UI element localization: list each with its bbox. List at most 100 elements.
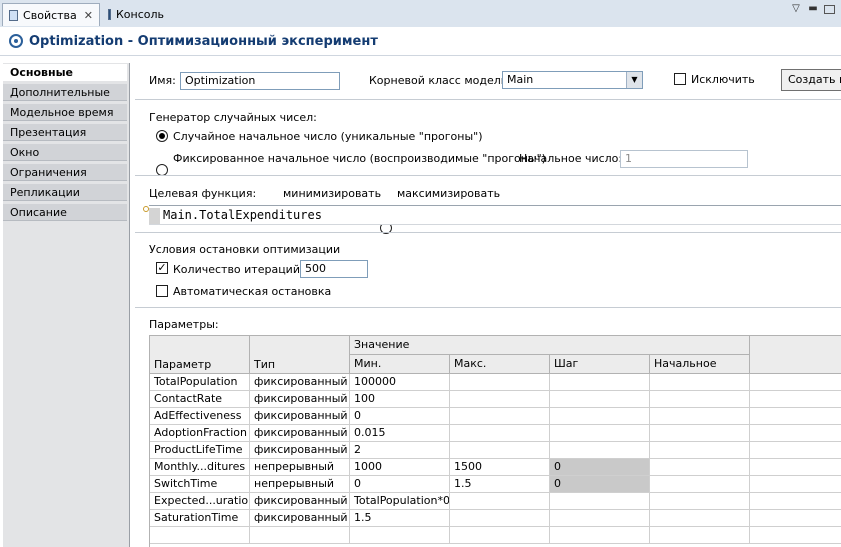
cell-max[interactable]: 1500 — [450, 459, 550, 476]
cell-max[interactable] — [450, 527, 550, 544]
cell-param[interactable] — [150, 527, 250, 544]
cell-type[interactable]: фиксированный — [250, 408, 350, 425]
cell-param[interactable]: Monthly...ditures — [150, 459, 250, 476]
random-seed-radio[interactable] — [156, 130, 168, 142]
auto-stop-checkbox[interactable] — [156, 285, 168, 297]
cell-min[interactable]: 100000 — [350, 374, 450, 391]
divider — [135, 175, 841, 176]
sidebar-item-presentation[interactable]: Презентация — [3, 124, 127, 141]
cell-max[interactable] — [450, 391, 550, 408]
name-field[interactable]: Optimization — [180, 72, 340, 90]
name-label: Имя: — [149, 74, 176, 87]
cell-initial[interactable] — [650, 527, 750, 544]
cell-max[interactable]: 1.5 — [450, 476, 550, 493]
cell-type[interactable]: фиксированный — [250, 425, 350, 442]
cell-min[interactable] — [350, 527, 450, 544]
cell-filler — [750, 527, 841, 544]
column-header-param[interactable]: Параметр — [150, 336, 250, 374]
cell-step[interactable] — [550, 510, 650, 527]
cell-initial[interactable] — [650, 459, 750, 476]
iterations-checkbox[interactable]: ✓ — [156, 262, 168, 274]
column-header-initial[interactable]: Начальное — [650, 355, 750, 374]
cell-type[interactable]: непрерывный — [250, 459, 350, 476]
cell-param[interactable]: ProductLifeTime — [150, 442, 250, 459]
iterations-field[interactable]: 500 — [300, 260, 368, 278]
cell-param[interactable]: SwitchTime — [150, 476, 250, 493]
sidebar-item-replications[interactable]: Репликации — [3, 184, 127, 201]
cell-step[interactable] — [550, 527, 650, 544]
tab-console[interactable]: Консоль — [101, 3, 171, 26]
cell-initial[interactable] — [650, 493, 750, 510]
sidebar-item-constraints[interactable]: Ограничения — [3, 164, 127, 181]
cell-min[interactable]: 0 — [350, 476, 450, 493]
cell-initial[interactable] — [650, 391, 750, 408]
cell-initial[interactable] — [650, 408, 750, 425]
cell-param[interactable]: TotalPopulation — [150, 374, 250, 391]
tab-properties[interactable]: Свойства ✕ — [2, 3, 100, 26]
cell-step[interactable]: 0 — [550, 476, 650, 493]
cell-max[interactable] — [450, 425, 550, 442]
cell-type[interactable]: фиксированный — [250, 493, 350, 510]
cell-param[interactable]: SaturationTime — [150, 510, 250, 527]
column-header-max[interactable]: Макс. — [450, 355, 550, 374]
exclude-checkbox[interactable] — [674, 73, 686, 85]
maximize-icon[interactable] — [824, 5, 835, 14]
cell-initial[interactable] — [650, 374, 750, 391]
cell-min[interactable]: 1.5 — [350, 510, 450, 527]
sidebar-item-general[interactable]: Основные — [3, 64, 127, 81]
cell-initial[interactable] — [650, 510, 750, 527]
cell-initial[interactable] — [650, 476, 750, 493]
cell-min[interactable]: 0 — [350, 408, 450, 425]
cell-max[interactable] — [450, 493, 550, 510]
cell-param[interactable]: AdEffectiveness — [150, 408, 250, 425]
sidebar-item-description[interactable]: Описание — [3, 204, 127, 221]
cell-type[interactable]: фиксированный — [250, 442, 350, 459]
cell-min[interactable]: 1000 — [350, 459, 450, 476]
objective-label: Целевая функция: — [149, 187, 257, 200]
root-class-label: Корневой класс модели: — [369, 74, 512, 87]
cell-filler — [750, 510, 841, 527]
cell-type[interactable] — [250, 527, 350, 544]
column-header-type[interactable]: Тип — [250, 336, 350, 374]
cell-type[interactable]: фиксированный — [250, 391, 350, 408]
chevron-down-icon[interactable]: ▼ — [626, 72, 642, 88]
cell-step[interactable] — [550, 408, 650, 425]
cell-step[interactable] — [550, 374, 650, 391]
sidebar-item-advanced[interactable]: Дополнительные — [3, 84, 127, 101]
create-button[interactable]: Создать и — [781, 69, 841, 91]
close-icon[interactable]: ✕ — [84, 9, 93, 22]
sidebar-item-model-time[interactable]: Модельное время — [3, 104, 127, 121]
sidebar-item-label: Ограничения — [10, 166, 87, 179]
cell-max[interactable] — [450, 374, 550, 391]
cell-min[interactable]: 2 — [350, 442, 450, 459]
cell-initial[interactable] — [650, 425, 750, 442]
cell-type[interactable]: фиксированный — [250, 510, 350, 527]
root-class-select[interactable]: Main ▼ — [502, 71, 643, 89]
cell-type[interactable]: непрерывный — [250, 476, 350, 493]
objective-expression-field[interactable]: Main.TotalExpenditures — [149, 205, 841, 225]
cell-step[interactable]: 0 — [550, 459, 650, 476]
cell-initial[interactable] — [650, 442, 750, 459]
cell-param[interactable]: Expected...uration — [150, 493, 250, 510]
properties-sidebar: Основные Дополнительные Модельное время … — [3, 63, 130, 547]
cell-min[interactable]: TotalPopulation*0.8 — [350, 493, 450, 510]
cell-param[interactable]: ContactRate — [150, 391, 250, 408]
minimize-icon[interactable]: ▬ — [806, 2, 820, 16]
cell-min[interactable]: 0.015 — [350, 425, 450, 442]
cell-min[interactable]: 100 — [350, 391, 450, 408]
column-header-min[interactable]: Мин. — [350, 355, 450, 374]
cell-max[interactable] — [450, 442, 550, 459]
cell-param[interactable]: AdoptionFraction — [150, 425, 250, 442]
cell-max[interactable] — [450, 510, 550, 527]
cell-step[interactable] — [550, 493, 650, 510]
cell-step[interactable] — [550, 425, 650, 442]
cell-type[interactable]: фиксированный — [250, 374, 350, 391]
column-header-filler — [750, 336, 841, 374]
seed-field[interactable]: 1 — [620, 150, 748, 168]
cell-step[interactable] — [550, 391, 650, 408]
view-menu-icon[interactable]: ▽ — [789, 2, 803, 16]
sidebar-item-window[interactable]: Окно — [3, 144, 127, 161]
cell-max[interactable] — [450, 408, 550, 425]
cell-step[interactable] — [550, 442, 650, 459]
column-header-step[interactable]: Шаг — [550, 355, 650, 374]
